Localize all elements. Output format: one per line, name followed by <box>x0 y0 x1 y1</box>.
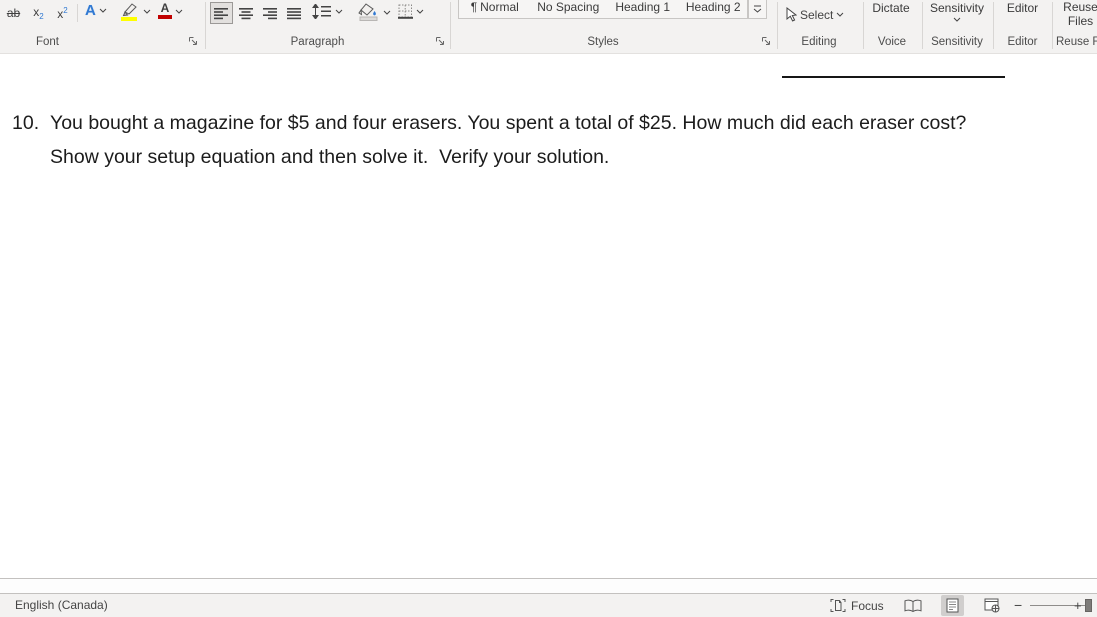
reuse-files-button[interactable]: Reuse Files <box>1058 0 1097 28</box>
superscript-button[interactable]: x2 <box>51 2 74 24</box>
style-heading-1[interactable]: Heading 1 <box>606 0 679 18</box>
highlighter-icon <box>121 3 137 21</box>
read-mode-button[interactable] <box>901 595 924 616</box>
document-page[interactable]: 10. You bought a magazine for $5 and fou… <box>0 55 1097 578</box>
styles-dialog-launcher-icon[interactable] <box>761 36 773 48</box>
align-center-icon <box>239 7 253 19</box>
chevron-down-icon[interactable] <box>953 17 961 22</box>
focus-button[interactable]: Focus <box>830 594 884 617</box>
question-number: 10. <box>12 112 40 134</box>
chevron-down-icon <box>383 10 391 15</box>
zoom-in-button[interactable]: + <box>1074 594 1082 617</box>
horizontal-scrollbar[interactable] <box>0 578 1097 594</box>
ribbon: ab x2 x2 A A Font Paragraph ¶ Normal No … <box>0 0 1097 54</box>
paint-bucket-icon <box>358 3 378 21</box>
chevron-down-icon <box>416 9 424 14</box>
divider <box>1052 2 1053 49</box>
select-button[interactable]: Select <box>785 7 844 22</box>
word-window: ab x2 x2 A A Font Paragraph ¶ Normal No … <box>0 0 1097 617</box>
align-right-button[interactable] <box>259 2 282 24</box>
web-layout-button[interactable] <box>980 595 1003 616</box>
chevron-down-icon <box>143 9 151 14</box>
editor-group-label: Editor <box>1007 36 1038 48</box>
justify-icon <box>287 7 301 19</box>
editing-group-label: Editing <box>801 36 837 48</box>
styles-gallery-more-button[interactable] <box>748 0 767 19</box>
zoom-slider-thumb[interactable] <box>1085 599 1092 612</box>
print-layout-button[interactable] <box>941 595 964 616</box>
zoom-slider-track[interactable] <box>1030 605 1092 606</box>
subscript-icon: x2 <box>33 4 44 21</box>
align-center-button[interactable] <box>235 2 258 24</box>
style-normal[interactable]: ¶ Normal <box>459 0 531 18</box>
font-color-icon: A <box>158 2 172 19</box>
paragraph-dialog-launcher-icon[interactable] <box>435 36 447 48</box>
divider <box>450 2 451 49</box>
text-effects-button[interactable]: A <box>85 3 107 18</box>
align-left-icon <box>214 7 228 19</box>
question-text[interactable]: You bought a magazine for $5 and four er… <box>50 107 1005 174</box>
line-spacing-icon <box>312 4 331 19</box>
dictate-button[interactable]: Dictate <box>862 1 920 15</box>
superscript-icon: x2 <box>57 5 68 21</box>
chevron-down-icon <box>335 9 343 14</box>
font-group-label: Font <box>35 36 59 48</box>
cursor-arrow-icon <box>786 7 797 22</box>
voice-group-label: Voice <box>877 36 907 48</box>
font-dialog-launcher-icon[interactable] <box>188 36 200 48</box>
line-spacing-button[interactable] <box>312 4 343 19</box>
question-10: 10. You bought a magazine for $5 and fou… <box>12 107 1005 174</box>
zoom-out-button[interactable]: − <box>1014 594 1022 617</box>
align-right-icon <box>263 7 277 19</box>
font-color-button[interactable]: A <box>158 2 183 19</box>
language-status[interactable]: English (Canada) <box>15 594 108 617</box>
highlight-color-button[interactable] <box>119 2 151 21</box>
print-layout-icon <box>946 598 959 613</box>
chevron-down-icon <box>175 9 183 14</box>
text-effects-icon: A <box>85 2 96 19</box>
divider <box>993 2 994 49</box>
read-mode-icon <box>904 599 921 612</box>
shading-button[interactable] <box>358 3 391 21</box>
gallery-more-icon <box>753 5 762 13</box>
chevron-down-icon <box>99 8 107 13</box>
strikethrough-icon: ab <box>6 6 21 20</box>
chevron-down-icon <box>837 12 844 17</box>
paragraph-group-label: Paragraph <box>290 36 345 48</box>
sensitivity-button[interactable]: Sensitivity <box>921 1 993 15</box>
divider <box>77 4 78 22</box>
status-bar: English (Canada) Focus − + <box>0 594 1097 617</box>
borders-icon <box>398 4 413 19</box>
focus-icon <box>830 599 846 612</box>
editor-button[interactable]: Editor <box>995 1 1050 15</box>
style-heading-2[interactable]: Heading 2 <box>679 0 747 18</box>
borders-button[interactable] <box>398 4 424 19</box>
reuse-files-group-label: Reuse Fi <box>1056 36 1097 48</box>
justify-button[interactable] <box>283 2 306 24</box>
sensitivity-group-label: Sensitivity <box>931 36 983 48</box>
subscript-button[interactable]: x2 <box>27 2 50 24</box>
style-no-spacing[interactable]: No Spacing <box>531 0 606 18</box>
answer-line[interactable] <box>782 76 1005 78</box>
styles-gallery: ¶ Normal No Spacing Heading 1 Heading 2 <box>458 0 748 19</box>
web-layout-icon <box>984 598 999 613</box>
strikethrough-button[interactable]: ab <box>2 2 25 24</box>
align-left-button[interactable] <box>210 2 233 24</box>
styles-group-label: Styles <box>587 36 619 48</box>
divider <box>205 2 206 49</box>
